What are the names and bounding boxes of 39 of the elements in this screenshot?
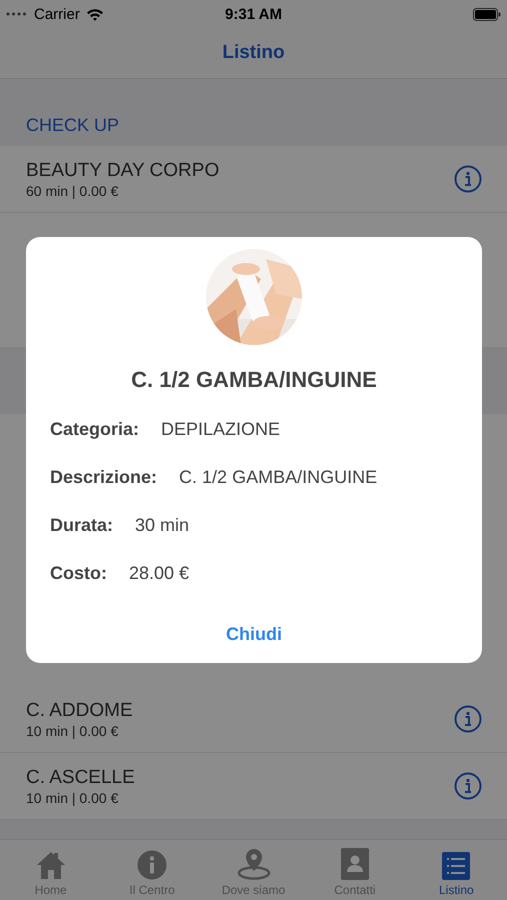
list-row[interactable]: BEAUTY DAY CORPO 60 min | 0.00 € — [0, 146, 507, 213]
field-label: Costo: — [50, 563, 107, 584]
item-name: BEAUTY DAY CORPO — [26, 160, 220, 182]
info-icon — [137, 850, 168, 880]
item-name: C. ASCELLE — [26, 766, 135, 788]
tab-item[interactable]: Home — [0, 840, 102, 900]
item-name: C. ADDOME — [26, 700, 133, 722]
field-value: DEPILAZIONE — [161, 419, 280, 440]
field-label: Categoria: — [50, 419, 140, 440]
wifi-icon — [86, 8, 104, 20]
field-label: Descrizione: — [50, 467, 158, 488]
tab-item[interactable]: Dove siamo — [202, 840, 304, 900]
item-details: 60 min | 0.00 € — [26, 182, 120, 198]
field-value: 28.00 € — [129, 563, 190, 584]
contact-card-icon — [340, 848, 369, 880]
info-icon[interactable] — [454, 772, 482, 800]
battery-icon — [473, 8, 501, 20]
field-value: C. 1/2 GAMBA/INGUINE — [179, 467, 378, 488]
signal-icon — [6, 12, 28, 16]
carrier-label: Carrier — [34, 6, 80, 22]
list-row[interactable]: C. ADDOME 10 min | 0.00 € — [0, 686, 507, 753]
tab-item[interactable]: Contatti — [304, 840, 406, 900]
list-row[interactable]: C. ASCELLE 10 min | 0.00 € — [0, 753, 507, 820]
tab-item[interactable]: Il Centro — [101, 840, 203, 900]
list-icon — [442, 852, 470, 880]
page-title: Listino — [222, 42, 285, 64]
item-details: 10 min | 0.00 € — [26, 790, 120, 806]
house-icon — [34, 850, 67, 880]
clock-time: 9:31 AM — [225, 6, 282, 22]
info-icon[interactable] — [454, 705, 482, 733]
close-button[interactable]: Chiudi — [218, 620, 290, 649]
field-label: Durata: — [50, 515, 114, 536]
info-icon[interactable] — [454, 165, 482, 193]
dialog-title: C. 1/2 GAMBA/INGUINE — [131, 367, 377, 393]
tab-item[interactable]: Listino — [406, 840, 507, 900]
item-details: 10 min | 0.00 € — [26, 722, 120, 738]
map-pin-icon — [236, 848, 271, 880]
section-title: CHECK UP — [26, 115, 120, 136]
field-value: 30 min — [135, 515, 190, 536]
